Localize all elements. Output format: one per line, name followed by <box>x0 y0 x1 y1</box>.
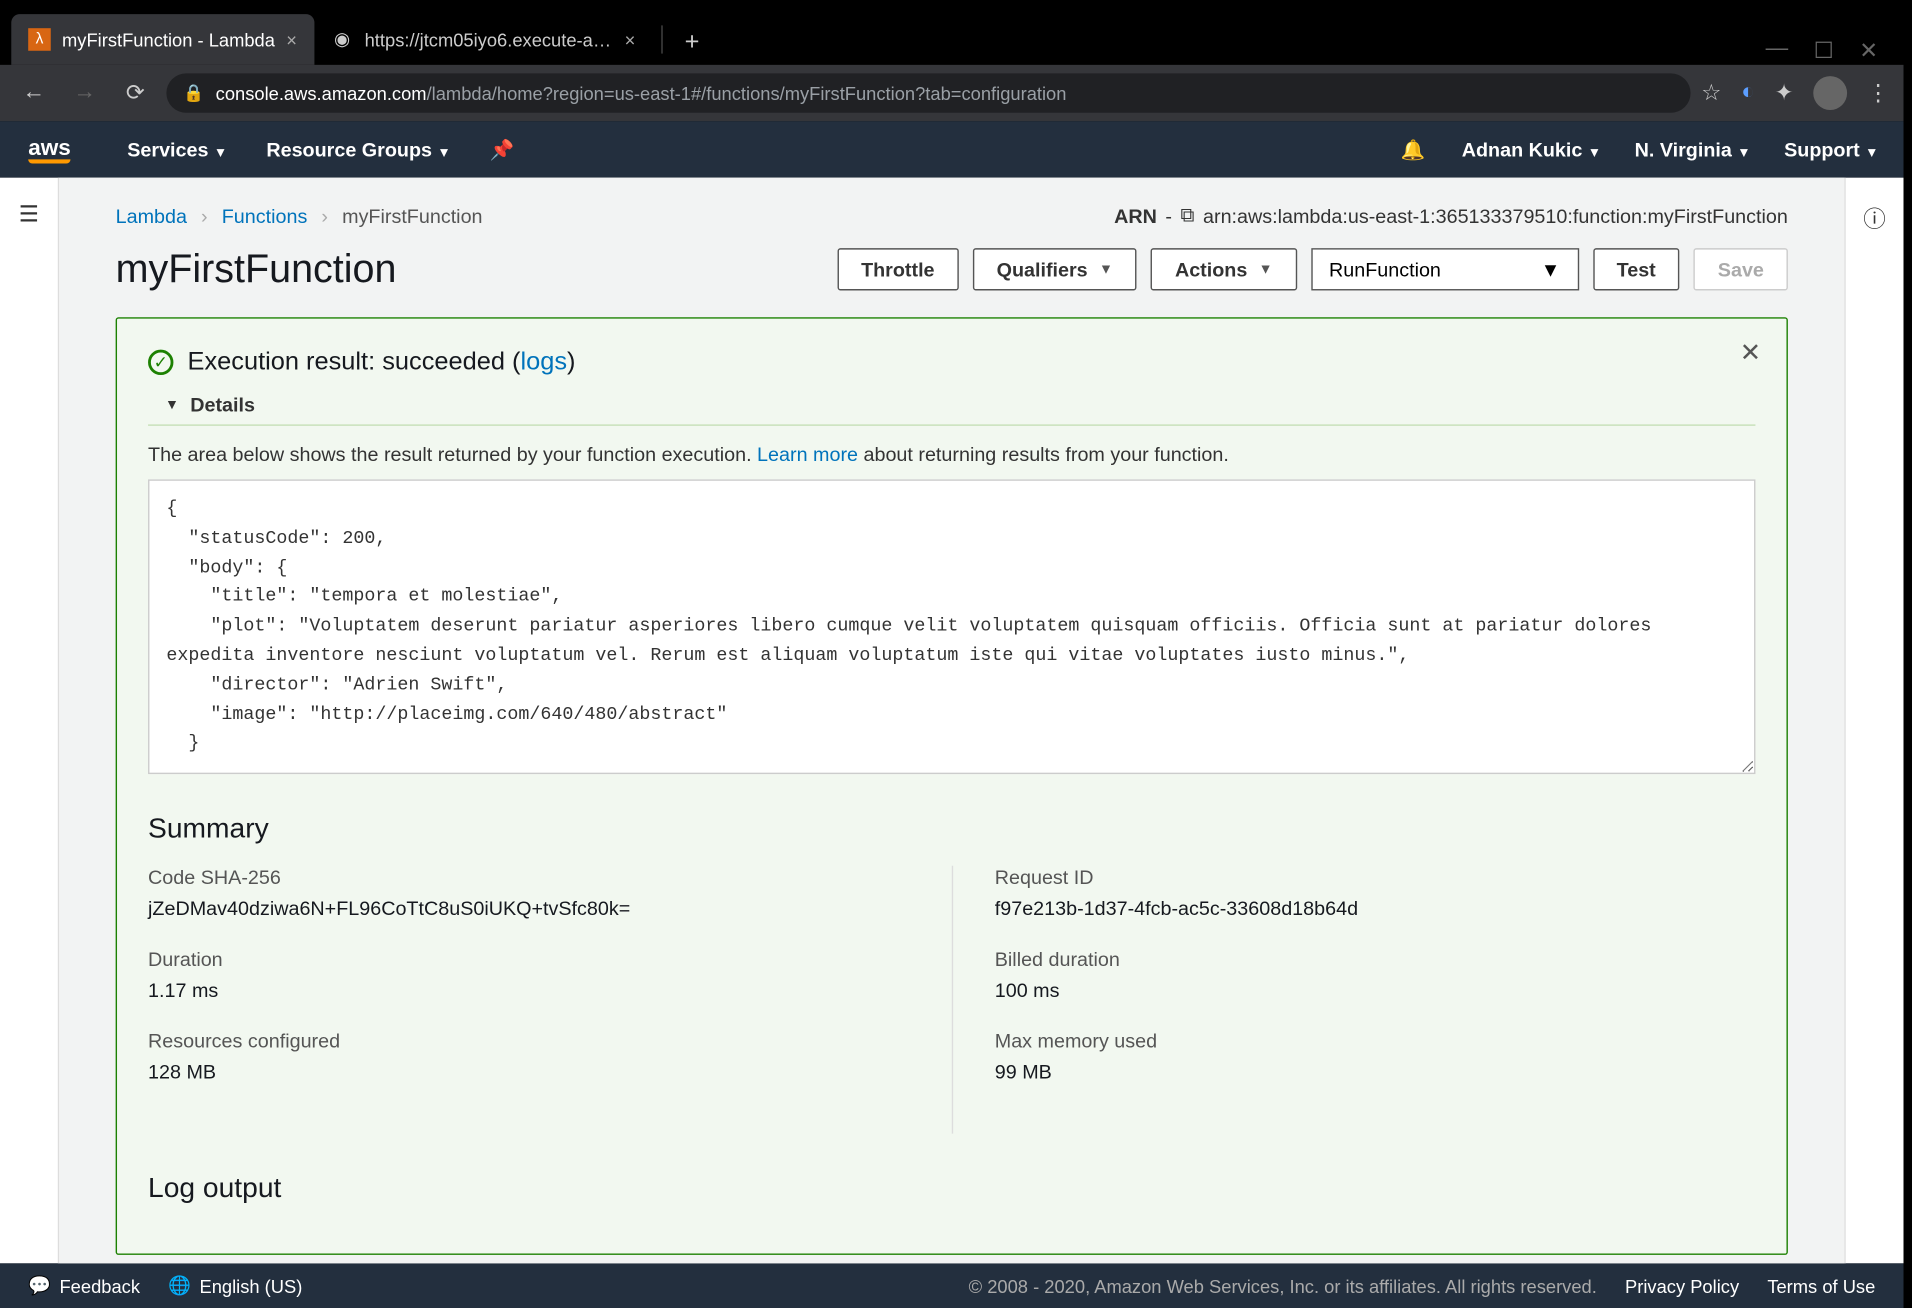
execution-result-panel: ✕ ✓ Execution result: succeeded (logs) ▼… <box>116 317 1788 1255</box>
nav-region[interactable]: N. Virginia▾ <box>1635 138 1748 161</box>
chevron-right-icon: › <box>321 204 328 227</box>
lock-icon: 🔒 <box>183 83 204 103</box>
close-icon[interactable]: × <box>625 29 636 50</box>
save-button: Save <box>1694 248 1788 290</box>
browser-tab-active[interactable]: λ myFirstFunction - Lambda × <box>11 14 314 65</box>
arn-value: arn:aws:lambda:us-east-1:365133379510:fu… <box>1203 204 1788 227</box>
new-tab-button[interactable]: + <box>671 27 714 65</box>
pin-icon[interactable]: 📌 <box>490 137 515 161</box>
copy-icon[interactable]: ⧉ <box>1180 203 1194 227</box>
maximize-icon[interactable]: ☐ <box>1814 37 1834 65</box>
close-window-icon[interactable]: ✕ <box>1859 37 1878 65</box>
divider <box>661 25 662 53</box>
success-icon: ✓ <box>148 349 173 374</box>
learn-more-link[interactable]: Learn more <box>757 443 858 466</box>
result-prefix: Execution result: succeeded ( <box>188 347 521 375</box>
duration-value: 1.17 ms <box>148 979 909 1002</box>
address-bar: ← → ⟳ 🔒 console.aws.amazon.com/lambda/ho… <box>0 65 1904 121</box>
billed-value: 100 ms <box>995 979 1756 1002</box>
hamburger-menu[interactable]: ☰ <box>0 178 59 1264</box>
extensions-icon[interactable]: ✦ <box>1775 79 1794 107</box>
chat-icon: 💬 <box>28 1275 51 1298</box>
language-button[interactable]: 🌐English (US) <box>168 1275 302 1298</box>
tab-title: https://jtcm05iyo6.execute-api.us <box>365 29 614 50</box>
feedback-button[interactable]: 💬Feedback <box>28 1275 140 1298</box>
sha-label: Code SHA-256 <box>148 866 909 889</box>
nav-user[interactable]: Adnan Kukic▾ <box>1462 138 1598 161</box>
main-shell: ☰ Lambda › Functions › myFirstFunction A… <box>0 178 1904 1264</box>
page-header: myFirstFunction Throttle Qualifiers▼ Act… <box>116 247 1788 292</box>
bc-lambda[interactable]: Lambda <box>116 204 187 227</box>
browser-tab[interactable]: ◉ https://jtcm05iyo6.execute-api.us × <box>314 14 652 65</box>
url-host: console.aws.amazon.com <box>216 82 427 103</box>
aws-logo[interactable]: aws <box>28 136 71 163</box>
nav-resource-groups[interactable]: Resource Groups▾ <box>266 138 447 161</box>
resources-value: 128 MB <box>148 1061 909 1084</box>
page-title: myFirstFunction <box>116 247 397 292</box>
resources-label: Resources configured <box>148 1030 909 1053</box>
extension-icon[interactable]: ◐ <box>1741 80 1755 105</box>
request-label: Request ID <box>995 866 1756 889</box>
browser-tabbar: λ myFirstFunction - Lambda × ◉ https://j… <box>0 0 1904 65</box>
bell-icon[interactable]: 🔔 <box>1400 137 1425 161</box>
back-button[interactable]: ← <box>14 80 53 105</box>
aws-navbar: aws Services▾ Resource Groups▾ 📌 🔔 Adnan… <box>0 121 1904 177</box>
forward-button[interactable]: → <box>65 80 104 105</box>
maxmem-label: Max memory used <box>995 1030 1756 1053</box>
bc-current: myFirstFunction <box>342 204 482 227</box>
breadcrumb: Lambda › Functions › myFirstFunction ARN… <box>116 203 1788 227</box>
copyright: © 2008 - 2020, Amazon Web Services, Inc.… <box>969 1275 1597 1296</box>
summary-title: Summary <box>148 814 1755 846</box>
request-value: f97e213b-1d37-4fcb-ac5c-33608d18b64d <box>995 897 1756 920</box>
minimize-icon[interactable]: — <box>1766 37 1789 65</box>
lambda-favicon-icon: λ <box>28 28 51 51</box>
close-icon[interactable]: ✕ <box>1740 338 1761 368</box>
nav-services[interactable]: Services▾ <box>127 138 224 161</box>
url-path: /lambda/home?region=us-east-1#/functions… <box>427 82 1067 103</box>
duration-label: Duration <box>148 948 909 971</box>
result-code[interactable]: { "statusCode": 200, "body": { "title": … <box>148 479 1755 774</box>
tab-title: myFirstFunction - Lambda <box>62 29 275 50</box>
sha-value: jZeDMav40dziwa6N+FL96CoTtC8uS0iUKQ+tvSfc… <box>148 897 909 920</box>
info-panel-toggle[interactable]: ⓘ <box>1844 178 1903 1264</box>
globe-favicon-icon: ◉ <box>331 28 354 51</box>
globe-icon: 🌐 <box>168 1275 191 1298</box>
test-event-select[interactable]: RunFunction▼ <box>1311 248 1579 290</box>
main-content: Lambda › Functions › myFirstFunction ARN… <box>59 178 1844 1264</box>
star-icon[interactable]: ☆ <box>1701 79 1721 107</box>
footer: 💬Feedback 🌐English (US) © 2008 - 2020, A… <box>0 1263 1904 1308</box>
result-suffix: ) <box>567 347 575 375</box>
chevron-right-icon: › <box>201 204 208 227</box>
billed-label: Billed duration <box>995 948 1756 971</box>
throttle-button[interactable]: Throttle <box>837 248 958 290</box>
bc-functions[interactable]: Functions <box>222 204 308 227</box>
log-output-title: Log output <box>148 1173 1755 1205</box>
url-input[interactable]: 🔒 console.aws.amazon.com/lambda/home?reg… <box>166 73 1690 112</box>
caret-down-icon: ▼ <box>165 397 179 413</box>
terms-link[interactable]: Terms of Use <box>1767 1275 1875 1296</box>
details-toggle[interactable]: ▼ Details <box>165 393 1755 416</box>
actions-button[interactable]: Actions▼ <box>1151 248 1297 290</box>
window-controls: — ☐ ✕ <box>1766 25 1904 64</box>
arn-label: ARN <box>1114 204 1157 227</box>
divider <box>148 424 1755 425</box>
reload-button[interactable]: ⟳ <box>116 79 155 107</box>
close-icon[interactable]: × <box>286 29 297 50</box>
test-button[interactable]: Test <box>1593 248 1680 290</box>
qualifiers-button[interactable]: Qualifiers▼ <box>973 248 1137 290</box>
privacy-link[interactable]: Privacy Policy <box>1625 1275 1739 1296</box>
kebab-menu-icon[interactable]: ⋮ <box>1867 79 1890 107</box>
nav-support[interactable]: Support▾ <box>1784 138 1875 161</box>
maxmem-value: 99 MB <box>995 1061 1756 1084</box>
logs-link[interactable]: logs <box>520 347 567 375</box>
avatar[interactable] <box>1813 76 1847 110</box>
result-description: The area below shows the result returned… <box>148 443 1755 466</box>
